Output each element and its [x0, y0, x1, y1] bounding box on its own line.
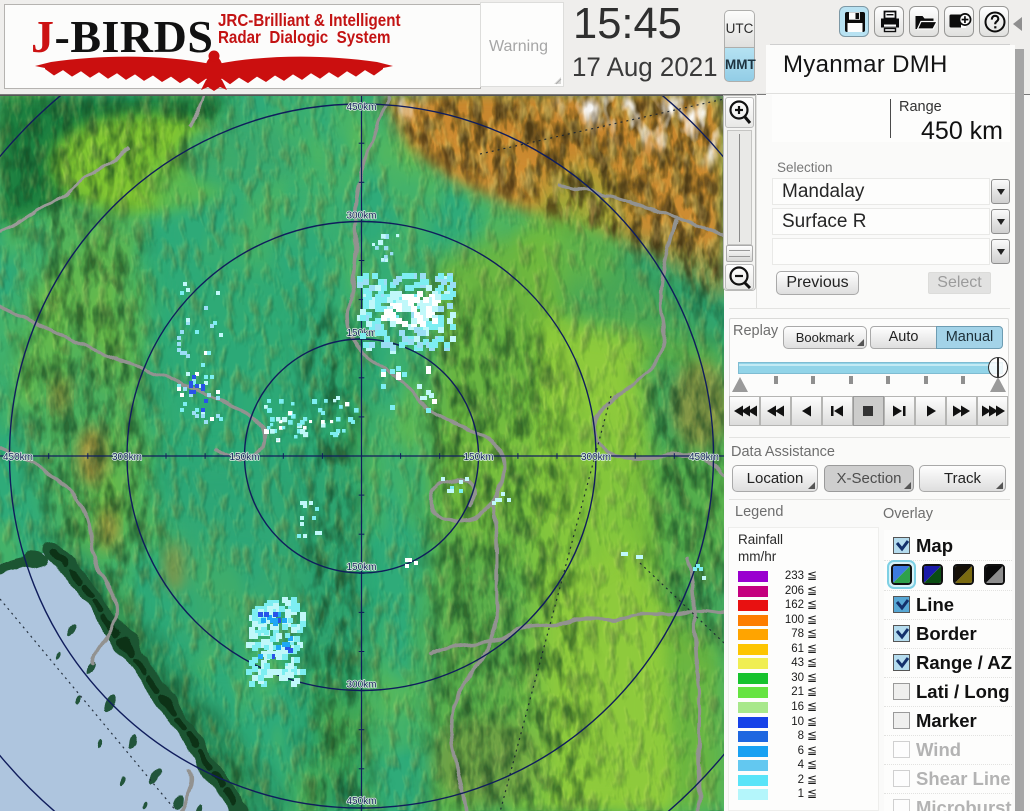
svg-text:450km: 450km	[346, 796, 376, 807]
svg-text:450km: 450km	[346, 102, 376, 113]
svg-text:450km: 450km	[3, 452, 33, 463]
svg-text:300km: 300km	[346, 211, 376, 222]
svg-text:300km: 300km	[112, 452, 142, 463]
svg-text:300km: 300km	[581, 452, 611, 463]
svg-text:150km: 150km	[463, 452, 493, 463]
svg-text:300km: 300km	[346, 680, 376, 691]
svg-text:450km: 450km	[689, 452, 719, 463]
svg-text:150km: 150km	[346, 562, 376, 573]
svg-text:150km: 150km	[229, 452, 259, 463]
